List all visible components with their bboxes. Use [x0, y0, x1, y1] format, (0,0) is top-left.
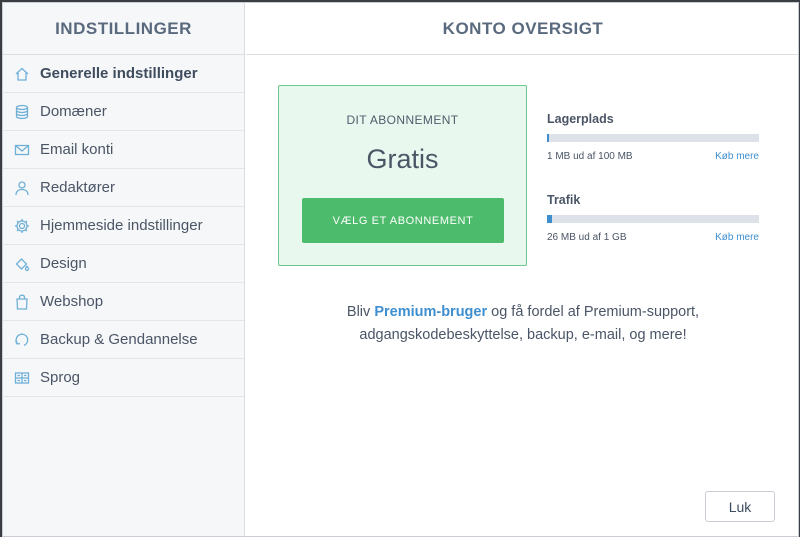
sidebar-item-label: Design: [40, 255, 87, 272]
traffic-progress-bar: [547, 215, 759, 223]
storage-progress-bar: [547, 134, 759, 142]
sidebar-item-label: Domæner: [40, 103, 107, 120]
buy-more-storage-link[interactable]: Køb mere: [715, 151, 759, 162]
sidebar-item-editors[interactable]: Redaktører: [3, 169, 244, 207]
gear-icon: [14, 218, 30, 234]
sidebar-title: INDSTILLINGER: [3, 3, 244, 55]
promo-text-before: Bliv: [346, 304, 375, 320]
sidebar-item-language[interactable]: Sprog: [3, 359, 244, 397]
storage-text: 1 MB ud af 100 MB: [547, 151, 633, 162]
premium-promo: Bliv Premium-bruger og få fordel af Prem…: [276, 301, 770, 347]
sidebar-item-label: Email konti: [40, 141, 114, 158]
storage-usage: Lagerplads 1 MB ud af 100 MB Køb mere: [547, 112, 759, 162]
language-icon: [14, 370, 30, 386]
database-icon: [14, 104, 30, 120]
sidebar-item-label: Webshop: [40, 293, 104, 310]
settings-dialog: INDSTILLINGER Generelle indstillinger Do…: [2, 2, 799, 537]
sidebar-item-domains[interactable]: Domæner: [3, 93, 244, 131]
paint-bucket-icon: [14, 256, 30, 272]
sidebar-item-email[interactable]: Email konti: [3, 131, 244, 169]
page-title: KONTO OVERSIGT: [246, 3, 798, 55]
traffic-title: Trafik: [547, 193, 581, 207]
sidebar-item-design[interactable]: Design: [3, 245, 244, 283]
sidebar-item-website-settings[interactable]: Hjemmeside indstillinger: [3, 207, 244, 245]
premium-link[interactable]: Premium-bruger: [374, 304, 487, 320]
user-icon: [14, 180, 30, 196]
settings-sidebar: INDSTILLINGER Generelle indstillinger Do…: [3, 3, 245, 536]
sidebar-item-general[interactable]: Generelle indstillinger: [3, 55, 244, 93]
sidebar-item-label: Redaktører: [40, 179, 116, 196]
sidebar-item-label: Backup & Gendannelse: [40, 331, 198, 348]
sidebar-item-webshop[interactable]: Webshop: [3, 283, 244, 321]
traffic-text: 26 MB ud af 1 GB: [547, 232, 627, 243]
sidebar-nav: Generelle indstillinger Domæner Email ko…: [3, 55, 244, 397]
storage-title: Lagerplads: [547, 112, 614, 126]
traffic-usage: Trafik 26 MB ud af 1 GB Køb mere: [547, 193, 759, 243]
shopping-bag-icon: [14, 294, 30, 310]
subscription-name: Gratis: [366, 144, 439, 174]
subscription-label: DIT ABONNEMENT: [346, 113, 459, 127]
traffic-progress-fill: [547, 215, 553, 223]
sidebar-item-label: Generelle indstillinger: [40, 65, 198, 82]
envelope-icon: [14, 142, 30, 158]
sidebar-item-label: Hjemmeside indstillinger: [40, 217, 203, 234]
close-button[interactable]: Luk: [705, 491, 775, 522]
subscription-card: DIT ABONNEMENT Gratis VÆLG ET ABONNEMENT: [278, 85, 527, 266]
backup-icon: [14, 332, 30, 348]
choose-subscription-button[interactable]: VÆLG ET ABONNEMENT: [302, 198, 504, 243]
account-overview: KONTO OVERSIGT DIT ABONNEMENT Gratis VÆL…: [246, 3, 798, 536]
home-icon: [14, 66, 30, 82]
buy-more-traffic-link[interactable]: Køb mere: [715, 232, 759, 243]
sidebar-item-backup[interactable]: Backup & Gendannelse: [3, 321, 244, 359]
storage-progress-fill: [547, 134, 550, 142]
sidebar-item-label: Sprog: [40, 369, 81, 386]
